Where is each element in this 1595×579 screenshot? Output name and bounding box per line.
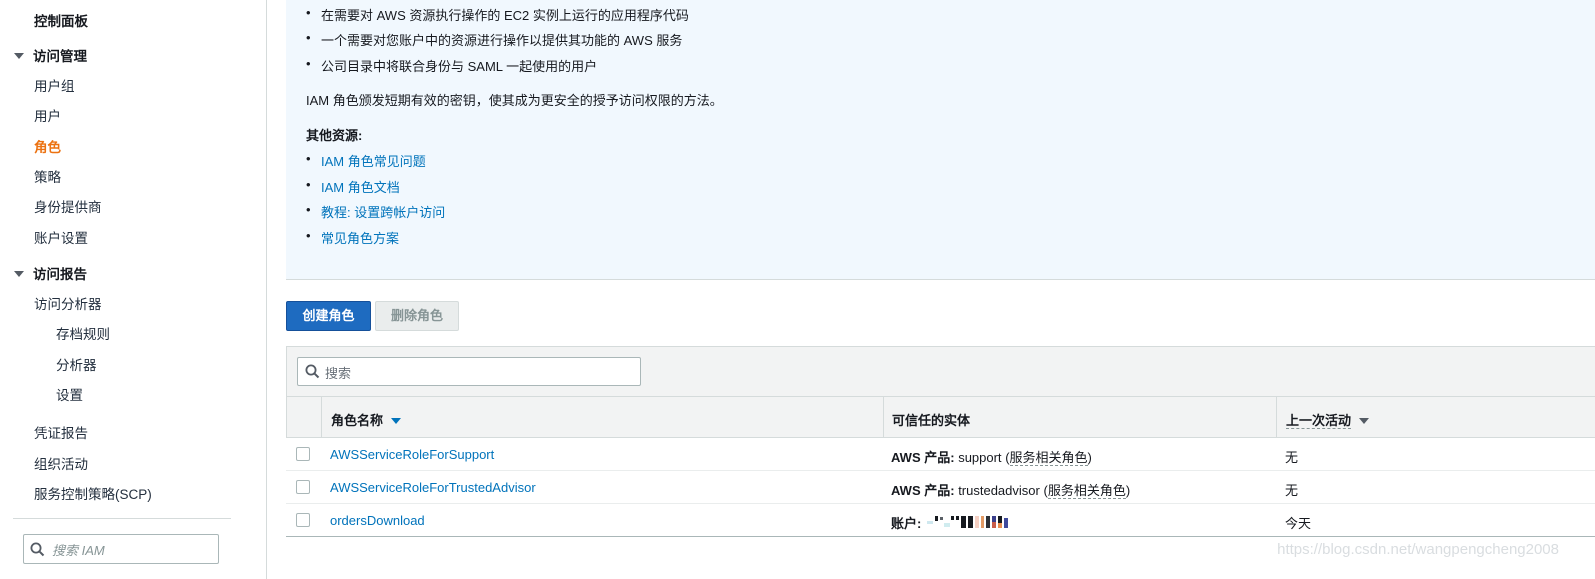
- last-activity: 无: [1285, 483, 1299, 498]
- entity-prefix: AWS 产品:: [891, 483, 955, 498]
- table-search[interactable]: [297, 357, 641, 386]
- table-row: ordersDownload 账户: 今天: [286, 504, 1595, 537]
- row-checkbox[interactable]: [296, 447, 310, 461]
- sidebar-item-settings[interactable]: 设置: [56, 384, 83, 404]
- table-search-input[interactable]: [323, 362, 627, 384]
- role-name-link[interactable]: AWSServiceRoleForTrustedAdvisor: [330, 480, 536, 495]
- last-activity: 今天: [1285, 516, 1312, 531]
- row-checkbox[interactable]: [296, 480, 310, 494]
- info-bullet: 公司目录中将联合身份与 SAML 一起使用的用户: [306, 56, 598, 75]
- sidebar-item-archive-rules[interactable]: 存档规则: [56, 323, 110, 343]
- resource-item: 常见角色方案: [306, 228, 399, 247]
- row-checkbox[interactable]: [296, 513, 310, 527]
- info-bullet-text: 公司目录中将联合身份与 SAML 一起使用的用户: [321, 59, 598, 74]
- role-name-link[interactable]: AWSServiceRoleForSupport: [330, 447, 494, 462]
- resource-link-tutorial[interactable]: 教程: 设置跨帐户访问: [321, 205, 445, 220]
- resource-item: 教程: 设置跨帐户访问: [306, 202, 445, 221]
- resource-link-faq[interactable]: IAM 角色常见问题: [321, 154, 426, 169]
- sidebar-search[interactable]: [23, 534, 219, 564]
- entity-prefix: AWS 产品:: [891, 450, 955, 465]
- info-description: IAM 角色颁发短期有效的密钥，使其成为更安全的授予访问权限的方法。: [306, 93, 723, 108]
- info-bullet: 在需要对 AWS 资源执行操作的 EC2 实例上运行的应用程序代码: [306, 5, 689, 24]
- trusted-entity: AWS 产品: trustedadvisor (服务相关角色): [891, 480, 1130, 499]
- sidebar-item-scp[interactable]: 服务控制策略(SCP): [34, 483, 152, 503]
- sidebar-item-credential-report[interactable]: 凭证报告: [34, 422, 88, 442]
- delete-role-button: 删除角色: [375, 301, 459, 331]
- table-header: 角色名称 可信任的实体 上一次活动: [286, 396, 1595, 438]
- sidebar-search-input[interactable]: [50, 539, 218, 561]
- caret-down-icon: [14, 271, 24, 277]
- resource-item: IAM 角色常见问题: [306, 151, 426, 170]
- sidebar-item-organization-activity[interactable]: 组织活动: [34, 453, 88, 473]
- table-row: AWSServiceRoleForTrustedAdvisor AWS 产品: …: [286, 471, 1595, 504]
- sidebar-item-users[interactable]: 用户: [34, 105, 61, 125]
- table-row: AWSServiceRoleForSupport AWS 产品: support…: [286, 438, 1595, 471]
- info-bullet-text: 在需要对 AWS 资源执行操作的 EC2 实例上运行的应用程序代码: [321, 8, 689, 23]
- column-divider: [321, 397, 322, 437]
- sidebar-section-access-reports[interactable]: 访问报告: [14, 263, 87, 283]
- role-name-link[interactable]: ordersDownload: [330, 513, 425, 528]
- entity-paren-close: ): [1087, 450, 1092, 465]
- sidebar-item-account-settings[interactable]: 账户设置: [34, 227, 88, 247]
- caret-down-icon: [14, 53, 24, 59]
- search-icon: [30, 542, 45, 557]
- entity-note: 服务相关角色: [1009, 450, 1088, 466]
- sidebar-item-access-analyzer[interactable]: 访问分析器: [34, 293, 102, 313]
- entity-paren-close: ): [1125, 483, 1131, 498]
- info-bullet-text: 一个需要对您账户中的资源进行操作以提供其功能的 AWS 服务: [321, 33, 683, 48]
- column-header-trusted-entity[interactable]: 可信任的实体: [892, 410, 970, 429]
- sidebar-item-policies[interactable]: 策略: [34, 166, 61, 186]
- sidebar-dashboard[interactable]: 控制面板: [34, 10, 88, 30]
- last-activity: 无: [1285, 450, 1299, 465]
- entity-paren-open: (: [1005, 450, 1010, 465]
- redacted-account-id: [927, 516, 1009, 528]
- create-role-button[interactable]: 创建角色: [286, 301, 371, 331]
- watermark: https://blog.csdn.net/wangpengcheng2008: [1277, 541, 1559, 558]
- trusted-entity: 账户:: [891, 513, 1017, 532]
- sidebar-section-label: 访问管理: [33, 49, 87, 64]
- column-divider: [1276, 397, 1277, 437]
- sidebar-section-label: 访问报告: [33, 267, 87, 282]
- column-header-role-name[interactable]: 角色名称: [331, 410, 402, 429]
- caret-down-icon: [1359, 418, 1370, 424]
- column-divider: [883, 397, 884, 437]
- resource-link-scenarios[interactable]: 常见角色方案: [321, 231, 399, 246]
- entity-prefix: 账户:: [891, 516, 922, 531]
- trusted-entity: AWS 产品: support (服务相关角色): [891, 447, 1092, 466]
- search-icon: [305, 364, 320, 379]
- info-bullet: 一个需要对您账户中的资源进行操作以提供其功能的 AWS 服务: [306, 30, 683, 49]
- sidebar-item-analyzers[interactable]: 分析器: [56, 354, 97, 374]
- entity-value: support: [958, 450, 1002, 465]
- column-header-label: 角色名称: [331, 413, 384, 428]
- entity-note: 服务相关角色: [1047, 483, 1126, 499]
- resource-item: IAM 角色文档: [306, 177, 400, 196]
- sidebar: 控制面板 访问管理 用户组 用户 角色 策略 身份提供商 账户设置 访问报告 访…: [0, 0, 267, 579]
- column-header-label: 上一次活动: [1286, 413, 1352, 429]
- sidebar-item-roles[interactable]: 角色: [34, 136, 61, 156]
- entity-value: trustedadvisor: [958, 483, 1040, 498]
- resource-link-docs[interactable]: IAM 角色文档: [321, 180, 400, 195]
- sidebar-section-access-management[interactable]: 访问管理: [14, 45, 87, 65]
- sidebar-divider: [13, 518, 231, 519]
- sidebar-item-identity-providers[interactable]: 身份提供商: [34, 196, 102, 216]
- sort-desc-icon: [391, 418, 402, 424]
- sidebar-item-user-groups[interactable]: 用户组: [34, 75, 75, 95]
- resources-title: 其他资源:: [306, 128, 363, 143]
- column-header-last-activity[interactable]: 上一次活动: [1286, 410, 1370, 429]
